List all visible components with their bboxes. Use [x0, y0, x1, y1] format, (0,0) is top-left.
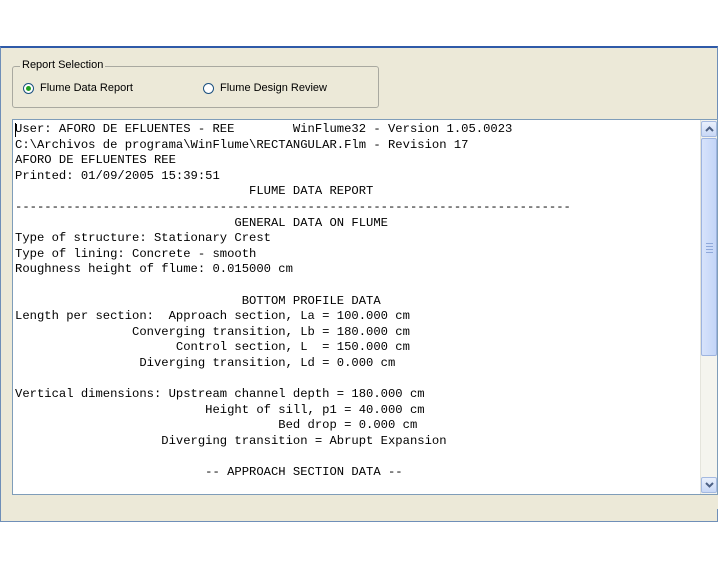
radio-selected-icon	[23, 82, 34, 94]
status-strip	[12, 495, 718, 509]
triangle-down-icon	[704, 482, 714, 488]
report-line: Printed: 01/09/2005 15:39:51	[15, 168, 220, 183]
report-text-area[interactable]: User: AFORO DE EFLUENTES - REE WinFlume3…	[12, 119, 718, 495]
flume-data-report-radio[interactable]: Flume Data Report	[23, 82, 133, 94]
report-line: Diverging transition, Ld = 0.000 cm	[15, 355, 396, 370]
scrollbar-thumb[interactable]	[701, 138, 717, 356]
triangle-up-icon	[704, 126, 714, 132]
report-line: Height of sill, p1 = 40.000 cm	[15, 402, 425, 417]
scroll-down-button[interactable]	[701, 477, 717, 493]
report-window: Report Selection Flume Data Report Flume…	[0, 46, 718, 522]
report-selection-legend: Report Selection	[20, 59, 106, 71]
vertical-scrollbar[interactable]	[700, 120, 717, 494]
report-line: Vertical dimensions: Upstream channel de…	[15, 387, 425, 402]
report-line: Type of structure: Stationary Crest	[15, 231, 271, 246]
report-line: Diverging transition = Abrupt Expansion	[15, 433, 447, 448]
report-line: Roughness height of flume: 0.015000 cm	[15, 262, 293, 277]
scroll-up-button[interactable]	[701, 121, 717, 137]
report-line: Bed drop = 0.000 cm	[15, 418, 418, 433]
report-line: C:\Archivos de programa\WinFlume\RECTANG…	[15, 137, 469, 152]
report-text: User: AFORO DE EFLUENTES - REE WinFlume3…	[15, 122, 699, 494]
report-line: Type of lining: Concrete - smooth	[15, 246, 257, 261]
report-line: Converging transition, Lb = 180.000 cm	[15, 324, 410, 339]
report-line: -- APPROACH SECTION DATA --	[15, 465, 403, 480]
flume-design-review-radio[interactable]: Flume Design Review	[203, 82, 327, 94]
report-line: User: AFORO DE EFLUENTES - REE WinFlume3…	[15, 122, 513, 136]
report-line: Control section, L = 150.000 cm	[15, 340, 410, 355]
report-line: GENERAL DATA ON FLUME	[15, 215, 388, 230]
report-line: BOTTOM PROFILE DATA	[15, 293, 381, 308]
report-line: Length per section: Approach section, La…	[15, 309, 410, 324]
flume-data-report-label: Flume Data Report	[40, 82, 133, 94]
radio-unselected-icon	[203, 82, 214, 94]
report-line: ----------------------------------------…	[15, 199, 571, 214]
report-line: AFORO DE EFLUENTES REE	[15, 153, 176, 168]
report-line: FLUME DATA REPORT	[15, 184, 374, 199]
text-caret	[15, 123, 16, 137]
flume-design-review-label: Flume Design Review	[220, 82, 327, 94]
report-selection-group: Report Selection Flume Data Report Flume…	[12, 59, 379, 108]
